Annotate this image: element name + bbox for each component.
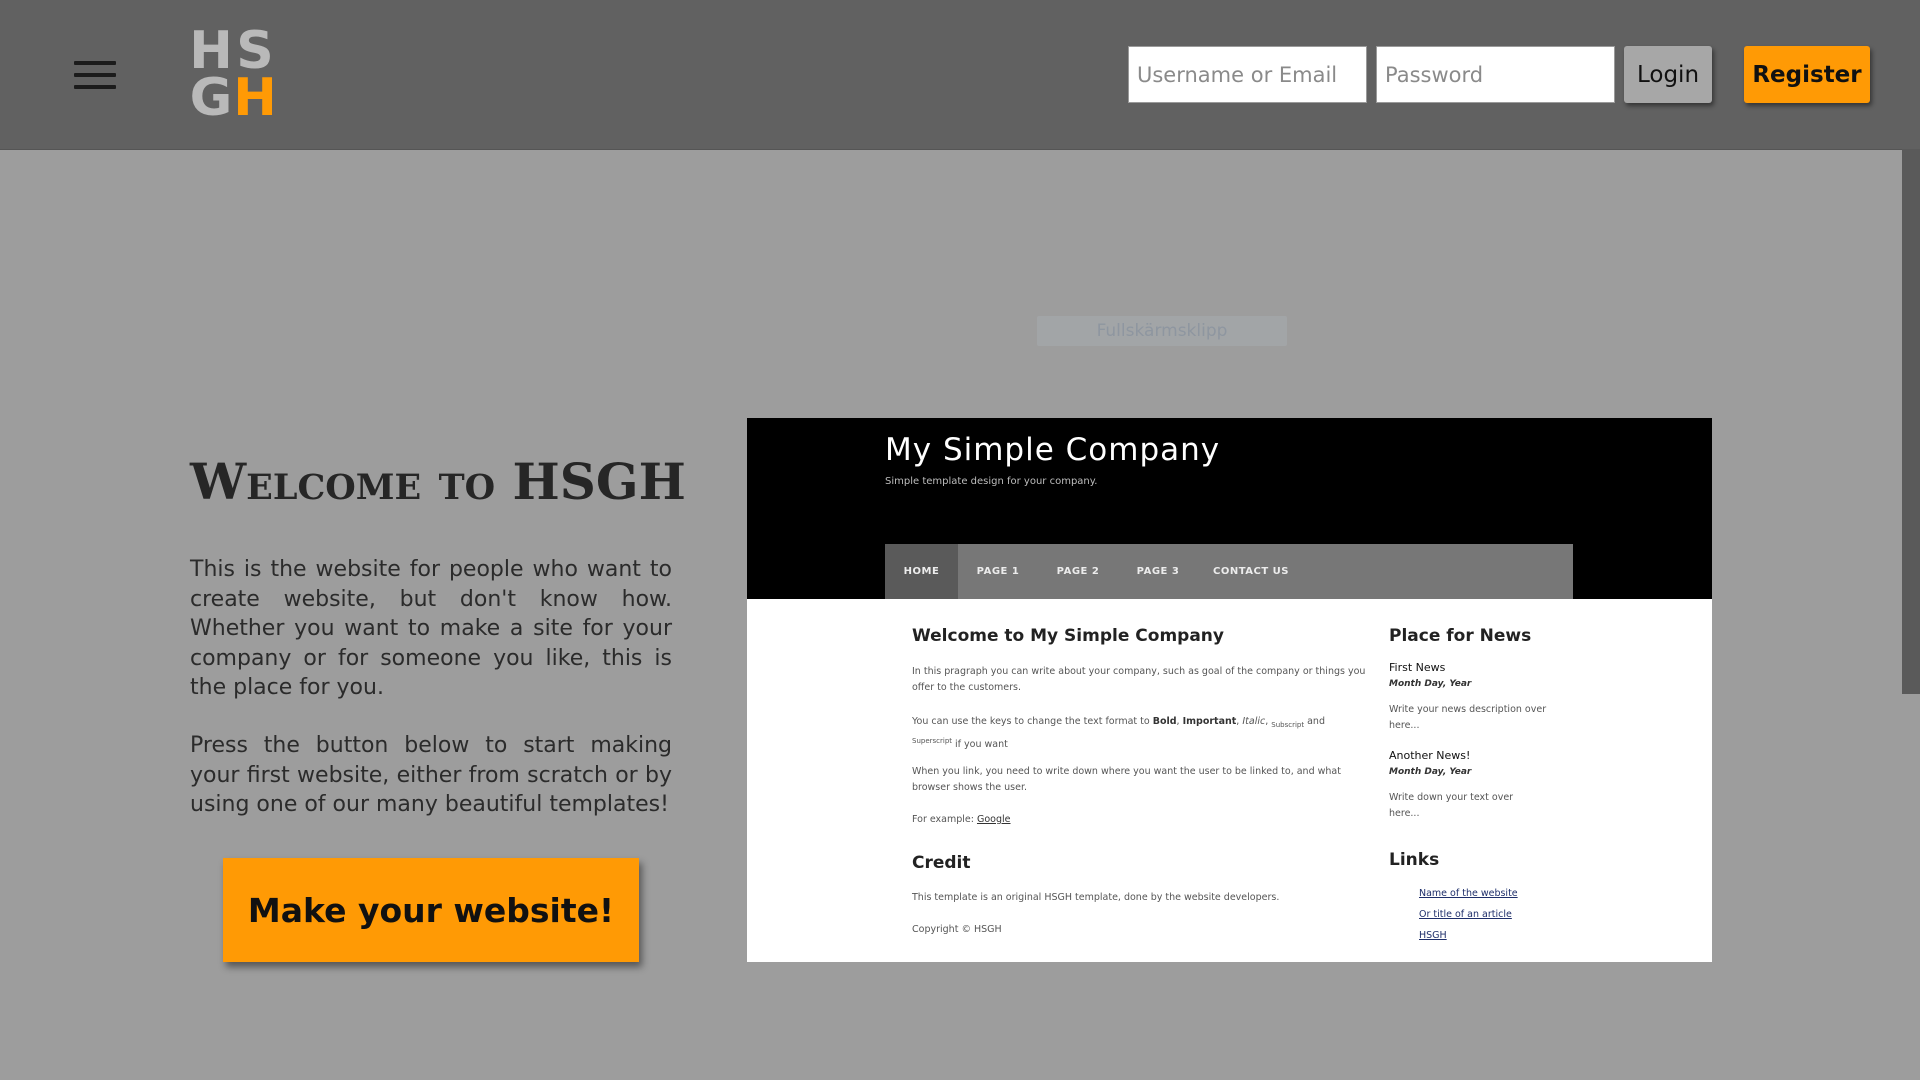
example-prefix: For example: bbox=[912, 814, 977, 825]
preview-news-heading: Place for News bbox=[1389, 626, 1532, 646]
logo-letter: G bbox=[189, 68, 233, 128]
scrollbar-thumb[interactable] bbox=[1902, 149, 1920, 694]
username-input[interactable] bbox=[1128, 46, 1367, 103]
text: You can use the keys to change the text … bbox=[912, 716, 1153, 727]
news-title: Another News! bbox=[1389, 749, 1471, 762]
news-date: Month Day, Year bbox=[1389, 767, 1472, 777]
bold-text: Bold bbox=[1152, 716, 1177, 727]
intro-paragraph: Press the button below to start making y… bbox=[190, 733, 672, 817]
template-preview-image: My Simple Company Simple template design… bbox=[747, 418, 1712, 962]
preview-example: For example: Google bbox=[912, 812, 1367, 828]
preview-sidebar-link: Name of the website bbox=[1419, 888, 1518, 899]
preview-nav-item: HOME bbox=[885, 544, 958, 599]
preview-paragraph: When you link, you need to write down wh… bbox=[912, 766, 1341, 793]
preview-nav-bar: HOME PAGE 1 PAGE 2 PAGE 3 CONTACT US bbox=[885, 544, 1573, 599]
preview-paragraph: In this pragraph you can write about you… bbox=[912, 666, 1366, 693]
snip-label: Fullskärmsklipp bbox=[1037, 316, 1287, 346]
preview-sidebar-link: HSGH bbox=[1419, 930, 1447, 941]
text: and bbox=[1304, 716, 1325, 727]
preview-credit-heading: Credit bbox=[912, 853, 971, 873]
news-text: Write your news description over here... bbox=[1389, 704, 1547, 731]
make-website-button[interactable]: Make your website! bbox=[223, 858, 639, 962]
important-text: Important bbox=[1182, 716, 1237, 727]
italic-text: Italic bbox=[1242, 716, 1266, 727]
menu-icon-line bbox=[74, 85, 116, 89]
preview-nav-item: PAGE 1 bbox=[976, 566, 1020, 577]
news-text: Write down your text over here... bbox=[1389, 792, 1514, 819]
logo-letter: H bbox=[233, 68, 277, 128]
text: if you want bbox=[952, 739, 1008, 751]
preview-nav-item: PAGE 2 bbox=[1056, 566, 1100, 577]
login-button[interactable]: Login bbox=[1624, 46, 1712, 103]
preview-tagline: Simple template design for your company. bbox=[885, 476, 1098, 487]
news-title: First News bbox=[1389, 661, 1446, 674]
preview-links-heading: Links bbox=[1389, 850, 1440, 870]
hsgh-logo[interactable]: H S G H bbox=[189, 25, 277, 128]
menu-icon[interactable] bbox=[74, 61, 116, 89]
register-button[interactable]: Register bbox=[1744, 46, 1870, 103]
menu-icon-line bbox=[74, 73, 116, 77]
menu-icon-line bbox=[74, 61, 116, 65]
preview-main-heading: Welcome to My Simple Company bbox=[912, 626, 1224, 646]
preview-google-link: Google bbox=[976, 814, 1011, 825]
preview-header: My Simple Company Simple template design… bbox=[747, 418, 1712, 599]
preview-nav-item: CONTACT US bbox=[1213, 566, 1289, 577]
news-date: Month Day, Year bbox=[1389, 679, 1472, 689]
preview-format-paragraph: You can use the keys to change the text … bbox=[912, 714, 1367, 753]
preview-site-title: My Simple Company bbox=[885, 432, 1221, 468]
top-bar: H S G H Login Register bbox=[0, 0, 1920, 150]
preview-copyright: Copyright © HSGH bbox=[912, 924, 1002, 935]
preview-credit-text: This template is an original HSGH templa… bbox=[912, 892, 1280, 903]
intro-paragraph: This is the website for people who want … bbox=[190, 557, 672, 700]
welcome-title: Welcome to HSGH bbox=[190, 452, 686, 511]
subscript-text: Subscript bbox=[1271, 720, 1305, 729]
superscript-text: Superscript bbox=[912, 736, 953, 745]
password-input[interactable] bbox=[1376, 46, 1615, 103]
preview-nav-item: PAGE 3 bbox=[1136, 566, 1180, 577]
preview-sidebar-link: Or title of an article bbox=[1419, 909, 1512, 920]
